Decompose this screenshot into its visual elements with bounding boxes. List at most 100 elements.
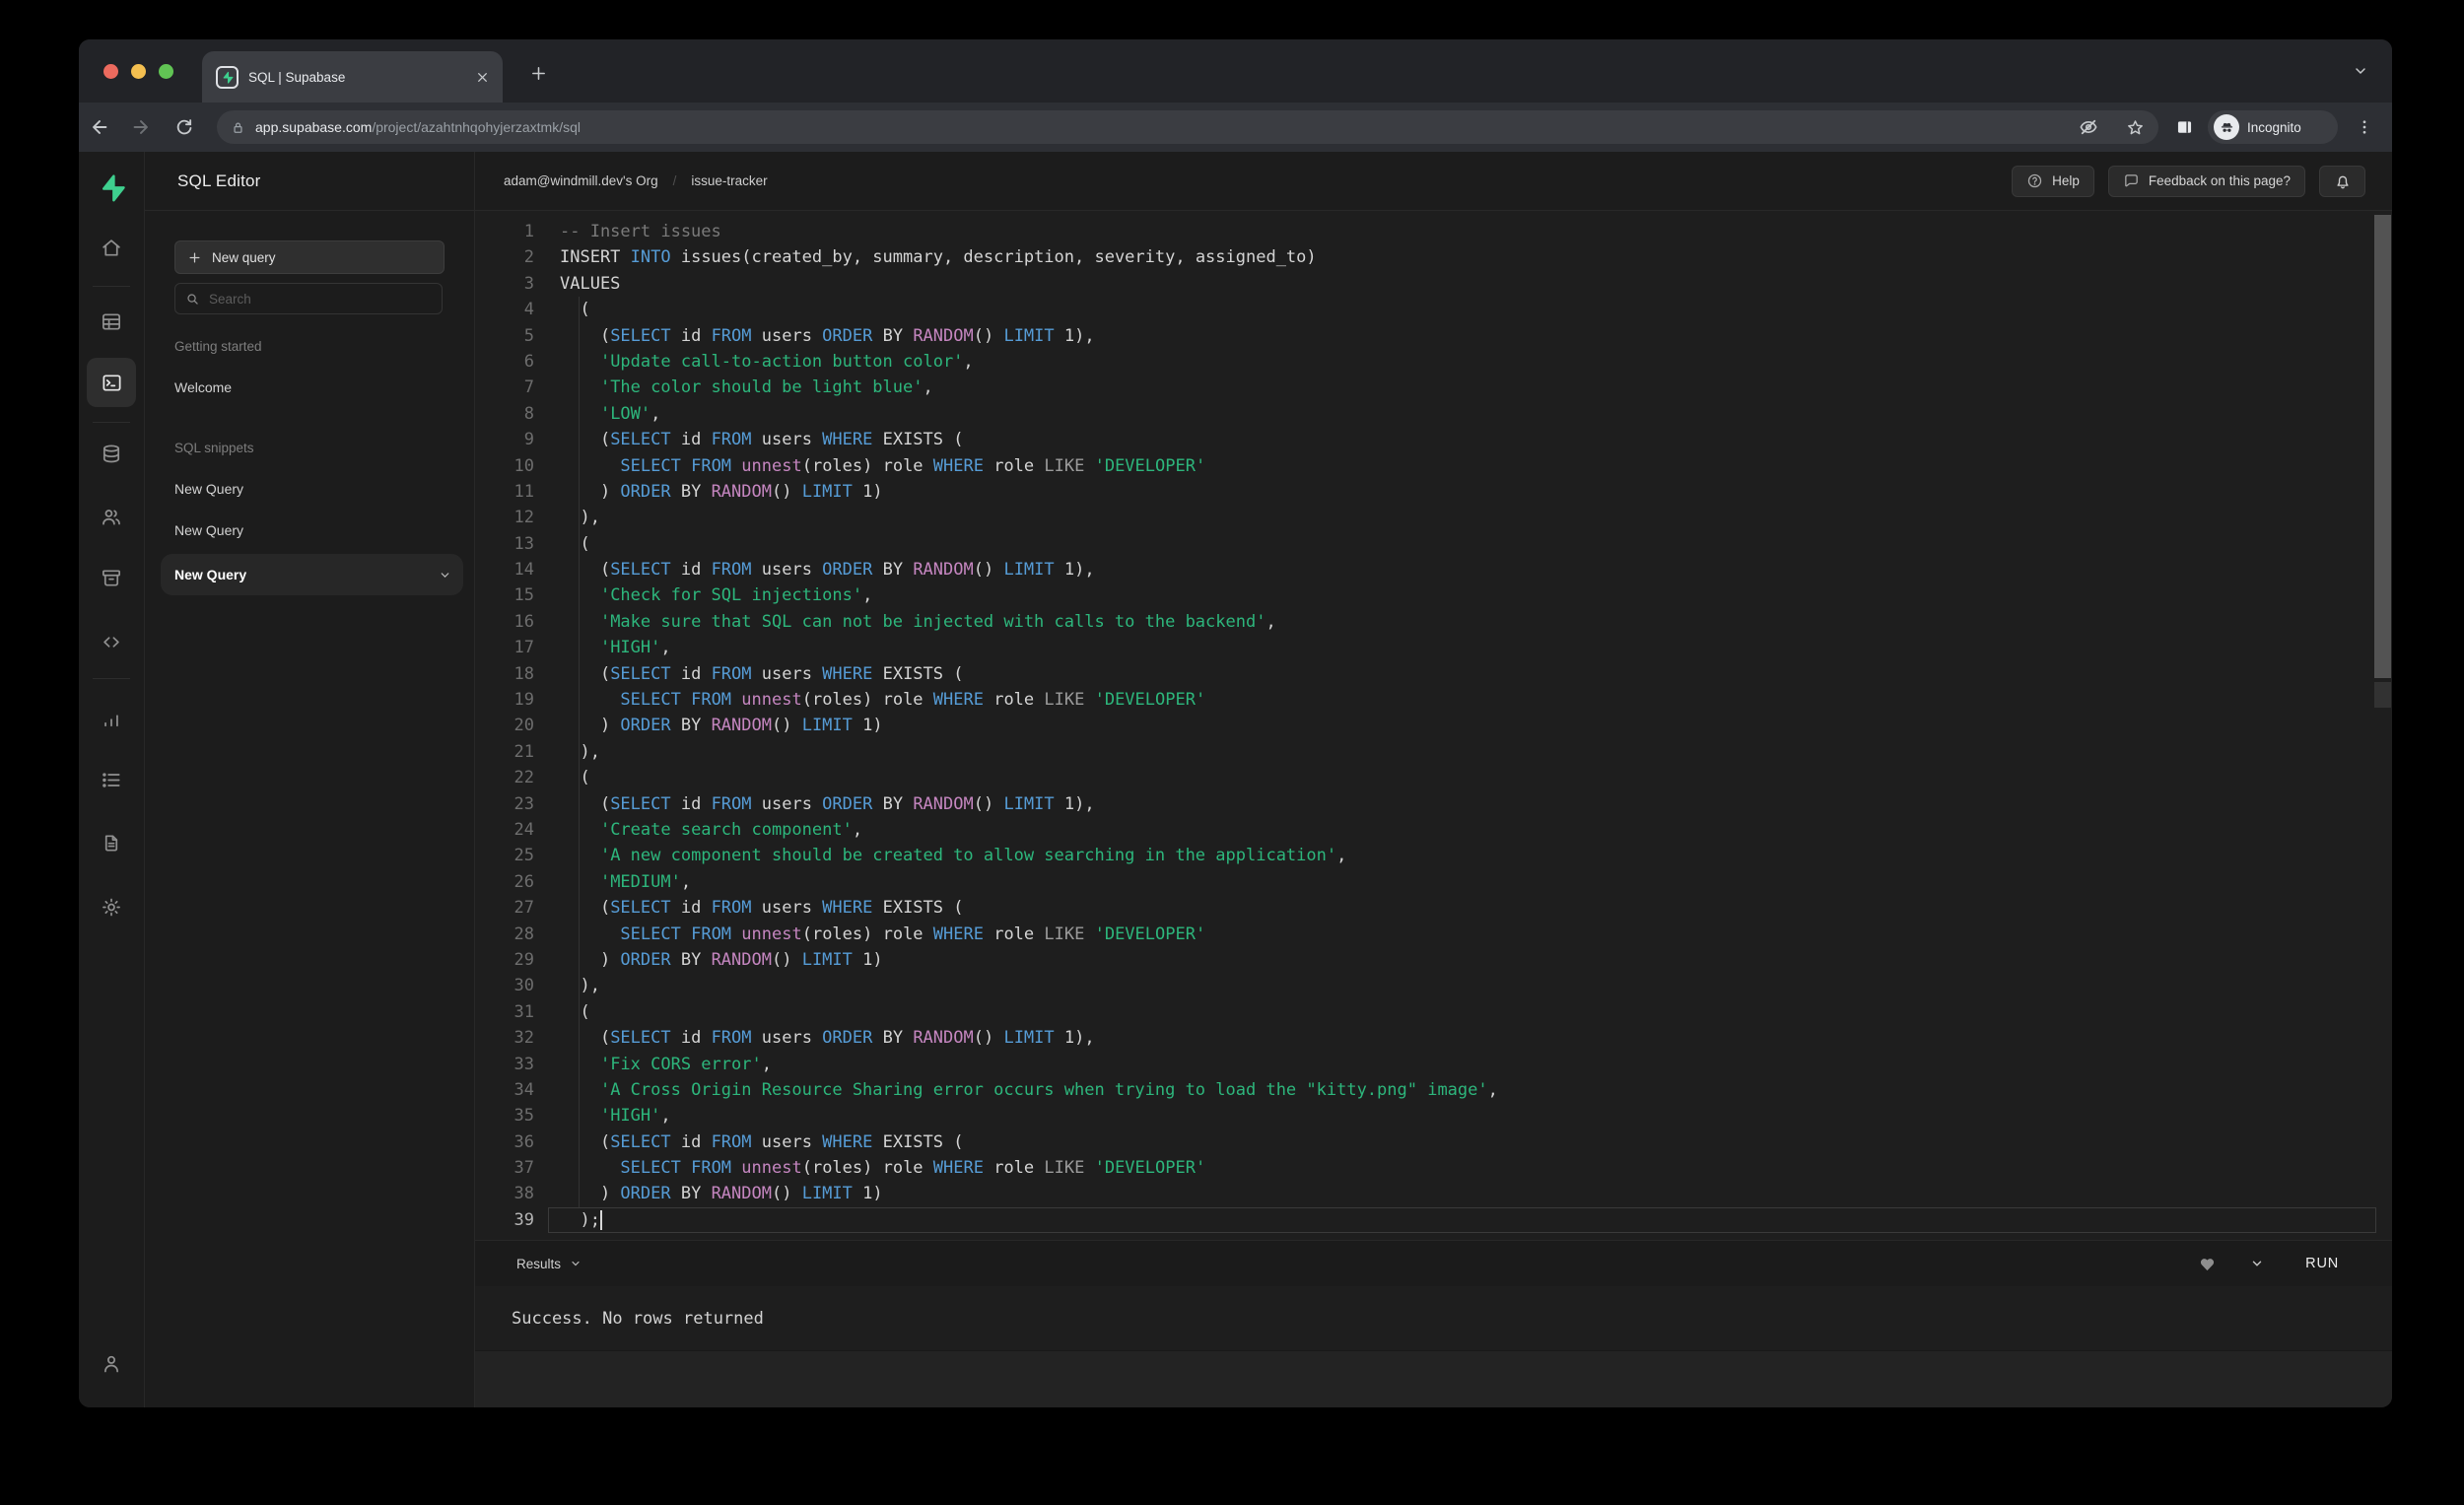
code-line[interactable]: 7 'The color should be light blue', [475, 375, 2392, 400]
code-line[interactable]: 24 'Create search component', [475, 817, 2392, 843]
account-icon[interactable] [101, 1352, 123, 1375]
chevron-down-icon[interactable] [439, 569, 451, 581]
code-line[interactable]: 2 INSERT INTO issues(created_by, summary,… [475, 244, 2392, 270]
storage-icon[interactable] [101, 567, 123, 589]
line-number: 26 [513, 871, 534, 892]
database-icon[interactable] [101, 443, 123, 465]
line-number: 29 [513, 949, 534, 970]
code-lines: 1 -- Insert issues 2 INSERT INTO issues(cre… [475, 219, 2392, 1234]
url-text: app.supabase.com/project/azahtnhqohyjerz… [255, 119, 581, 135]
side-panel-icon[interactable] [2174, 117, 2195, 138]
code-line[interactable]: 29 ) ORDER BY RANDOM() LIMIT 1) [475, 947, 2392, 973]
code-line[interactable]: 22 ( [475, 765, 2392, 790]
code-line[interactable]: 36 (SELECT id FROM users WHERE EXISTS ( [475, 1129, 2392, 1155]
notifications-button[interactable] [2319, 165, 2365, 197]
back-icon[interactable] [89, 116, 110, 138]
code-line[interactable]: 30 ), [475, 973, 2392, 998]
settings-icon[interactable] [101, 896, 123, 919]
sidebar-item-new-query[interactable]: New Query [161, 479, 463, 499]
breadcrumb-project[interactable]: issue-tracker [691, 173, 767, 188]
browser-tab[interactable]: SQL | Supabase [202, 51, 503, 103]
auth-users-icon[interactable] [101, 506, 123, 528]
reload-icon[interactable] [173, 117, 194, 138]
docs-icon[interactable] [101, 832, 123, 855]
code-line[interactable]: 34 'A Cross Origin Resource Sharing erro… [475, 1077, 2392, 1103]
url-bar[interactable]: app.supabase.com/project/azahtnhqohyjerz… [217, 110, 2158, 144]
table-editor-icon[interactable] [101, 310, 123, 333]
tab-close-icon[interactable] [476, 71, 489, 84]
new-query-button[interactable]: New query [174, 240, 445, 274]
line-number: 22 [513, 768, 534, 788]
reports-icon[interactable] [101, 708, 123, 730]
bell-icon [2334, 172, 2352, 190]
incognito-badge[interactable]: Incognito [2208, 110, 2338, 144]
snippet-sections: Getting started Welcome SQL snippets New Qu… [161, 331, 463, 595]
sidebar-item-new-query[interactable]: New Query [161, 554, 463, 595]
zoom-window-button[interactable] [159, 64, 173, 79]
code-line[interactable]: 9 (SELECT id FROM users WHERE EXISTS ( [475, 427, 2392, 452]
minimize-window-button[interactable] [131, 64, 146, 79]
code-icon[interactable] [101, 631, 123, 653]
code-line[interactable]: 14 (SELECT id FROM users ORDER BY RANDOM… [475, 557, 2392, 582]
favorite-heart-icon[interactable] [2198, 1255, 2217, 1273]
code-line[interactable]: 13 ( [475, 531, 2392, 557]
code-line[interactable]: 5 (SELECT id FROM users ORDER BY RANDOM(… [475, 323, 2392, 349]
code-line[interactable]: 6 'Update call-to-action button color', [475, 349, 2392, 375]
code-line[interactable]: 39 ); [475, 1206, 2392, 1234]
feedback-button[interactable]: Feedback on this page? [2107, 165, 2305, 197]
code-line[interactable]: 27 (SELECT id FROM users WHERE EXISTS ( [475, 895, 2392, 921]
line-number: 17 [513, 638, 534, 658]
home-icon[interactable] [101, 237, 123, 259]
sql-editor-icon[interactable] [87, 358, 136, 407]
code-line[interactable]: 25 'A new component should be created to… [475, 843, 2392, 868]
logs-icon[interactable] [101, 769, 123, 791]
code-line[interactable]: 1 -- Insert issues [475, 219, 2392, 244]
line-number: 33 [513, 1054, 534, 1074]
code-line[interactable]: 32 (SELECT id FROM users ORDER BY RANDOM… [475, 1025, 2392, 1051]
code-line[interactable]: 11 ) ORDER BY RANDOM() LIMIT 1) [475, 479, 2392, 505]
code-line[interactable]: 17 'HIGH', [475, 635, 2392, 660]
code-line[interactable]: 28 SELECT FROM unnest(roles) role WHERE … [475, 922, 2392, 947]
code-line[interactable]: 4 ( [475, 297, 2392, 322]
code-line[interactable]: 10 SELECT FROM unnest(roles) role WHERE … [475, 453, 2392, 479]
new-tab-button[interactable] [520, 59, 556, 87]
sidebar-item-welcome[interactable]: Welcome [161, 377, 463, 397]
tab-search-chevron-icon[interactable] [2353, 63, 2368, 79]
main-panel: adam@windmill.dev's Org / issue-tracker … [475, 152, 2392, 1407]
results-toggle[interactable]: Results [516, 1257, 582, 1271]
bookmark-star-icon[interactable] [2126, 118, 2145, 137]
code-line[interactable]: 31 ( [475, 999, 2392, 1025]
code-line[interactable]: 35 'HIGH', [475, 1103, 2392, 1129]
code-line[interactable]: 16 'Make sure that SQL can not be inject… [475, 609, 2392, 635]
code-line[interactable]: 18 (SELECT id FROM users WHERE EXISTS ( [475, 661, 2392, 687]
code-line[interactable]: 12 ), [475, 505, 2392, 530]
code-line[interactable]: 37 SELECT FROM unnest(roles) role WHERE … [475, 1155, 2392, 1181]
line-number: 32 [513, 1028, 534, 1049]
browser-menu-icon[interactable] [2356, 118, 2373, 136]
code-line[interactable]: 21 ), [475, 739, 2392, 765]
sql-code-editor[interactable]: 1 -- Insert issues 2 INSERT INTO issues(cre… [475, 211, 2392, 1240]
code-line[interactable]: 38 ) ORDER BY RANDOM() LIMIT 1) [475, 1181, 2392, 1206]
code-line[interactable]: 8 'LOW', [475, 401, 2392, 427]
tracking-protection-eye-off-icon[interactable] [2079, 117, 2098, 137]
forward-icon[interactable] [130, 116, 152, 138]
help-button[interactable]: Help [2012, 165, 2094, 197]
run-button[interactable]: RUN [2305, 1256, 2339, 1271]
code-line[interactable]: 20 ) ORDER BY RANDOM() LIMIT 1) [475, 713, 2392, 738]
close-window-button[interactable] [103, 64, 118, 79]
code-line[interactable]: 26 'MEDIUM', [475, 869, 2392, 895]
search-input[interactable] [209, 291, 432, 307]
code-line[interactable]: 19 SELECT FROM unnest(roles) role WHERE … [475, 687, 2392, 713]
editor-scrollbar[interactable] [2374, 215, 2391, 678]
run-options-chevron-icon[interactable] [2250, 1257, 2264, 1270]
window-controls [103, 64, 173, 79]
code-line[interactable]: 3 VALUES [475, 271, 2392, 297]
code-line[interactable]: 33 'Fix CORS error', [475, 1052, 2392, 1077]
sidebar-item-new-query[interactable]: New Query [161, 520, 463, 540]
line-number: 35 [513, 1106, 534, 1127]
breadcrumb-org[interactable]: adam@windmill.dev's Org [504, 173, 658, 188]
line-number: 3 [523, 273, 534, 294]
code-line[interactable]: 15 'Check for SQL injections', [475, 582, 2392, 608]
code-line[interactable]: 23 (SELECT id FROM users ORDER BY RANDOM… [475, 791, 2392, 817]
results-empty-area [475, 1351, 2392, 1407]
